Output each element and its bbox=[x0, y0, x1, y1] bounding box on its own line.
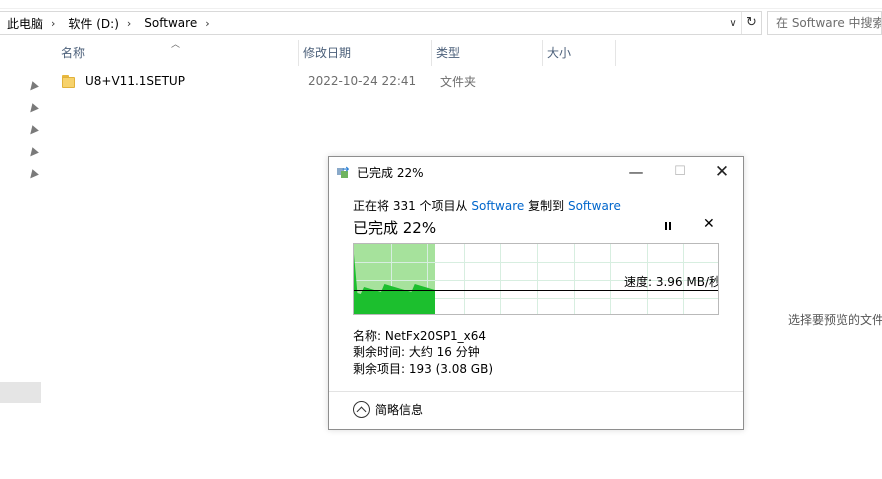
search-box[interactable] bbox=[767, 11, 882, 35]
refresh-icon[interactable]: ↻ bbox=[741, 12, 761, 34]
breadcrumb-software[interactable]: Software › bbox=[137, 12, 215, 34]
file-type: 文件夹 bbox=[440, 74, 477, 89]
breadcrumb-this-pc[interactable]: 此电脑 › bbox=[0, 12, 61, 34]
quick-access-pins: ▼ ▼ ▼ ▼ ▼ bbox=[23, 77, 43, 190]
transfer-speed: 速度: 3.96 MB/秒 bbox=[624, 275, 719, 289]
breadcrumb-drive-d[interactable]: 软件 (D:) › bbox=[61, 12, 137, 34]
time-remaining: 剩余时间: 大约 16 分钟 bbox=[353, 345, 480, 359]
chevron-right-icon[interactable]: › bbox=[127, 17, 131, 30]
file-date: 2022-10-24 22:41 bbox=[308, 74, 417, 88]
preview-pane-message: 选择要预览的文件。 bbox=[788, 313, 882, 327]
throughput-graph: 速度: 3.96 MB/秒 bbox=[353, 243, 719, 315]
column-header-type[interactable]: 类型 bbox=[432, 40, 543, 66]
window-top-strip bbox=[0, 0, 882, 9]
chevron-down-icon[interactable]: ∨ bbox=[725, 18, 741, 29]
pin-icon[interactable]: ▼ bbox=[23, 143, 43, 163]
chevron-right-icon[interactable]: › bbox=[205, 17, 209, 30]
address-bar[interactable]: 此电脑 › 软件 (D:) › Software › ∨ ↻ bbox=[0, 11, 762, 35]
maximize-button[interactable]: ☐ bbox=[659, 157, 701, 187]
dialog-divider bbox=[329, 391, 743, 392]
file-name: U8+V11.1SETUP bbox=[85, 74, 185, 88]
destination-link[interactable]: Software bbox=[568, 199, 621, 213]
source-link[interactable]: Software bbox=[471, 199, 524, 213]
cancel-button[interactable]: ✕ bbox=[703, 216, 715, 232]
copy-progress-dialog[interactable]: ➜ 已完成 22% — ☐ ✕ 正在将 331 个项目从 Software 复制… bbox=[328, 156, 744, 430]
column-header-size[interactable]: 大小 bbox=[543, 40, 616, 66]
copy-description: 正在将 331 个项目从 Software 复制到 Software bbox=[353, 199, 621, 213]
pause-button[interactable] bbox=[661, 219, 675, 233]
column-header-date[interactable]: 修改日期 bbox=[299, 40, 432, 66]
close-button[interactable]: ✕ bbox=[701, 157, 743, 187]
dialog-title: 已完成 22% bbox=[357, 165, 424, 180]
nav-pane-selected-item[interactable] bbox=[0, 382, 41, 403]
pin-icon[interactable]: ▼ bbox=[23, 165, 43, 185]
copy-icon: ➜ bbox=[337, 165, 351, 178]
pin-icon[interactable]: ▼ bbox=[23, 99, 43, 119]
current-file-name: 名称: NetFx20SP1_x64 bbox=[353, 329, 487, 343]
search-input[interactable] bbox=[768, 12, 881, 34]
file-row[interactable]: U8+V11.1SETUP 2022-10-24 22:41 文件夹 bbox=[57, 70, 617, 92]
column-header-name[interactable]: 名称 bbox=[57, 40, 299, 66]
items-remaining: 剩余项目: 193 (3.08 GB) bbox=[353, 362, 494, 376]
progress-percent-label: 已完成 22% bbox=[353, 219, 437, 237]
pin-icon[interactable]: ▼ bbox=[23, 121, 43, 141]
chevron-right-icon[interactable]: › bbox=[51, 17, 55, 30]
less-info-button[interactable]: 简略信息 bbox=[353, 401, 423, 418]
folder-icon bbox=[62, 74, 78, 88]
pin-icon[interactable]: ▼ bbox=[23, 77, 43, 97]
chevron-up-circle-icon bbox=[353, 401, 370, 418]
minimize-button[interactable]: — bbox=[615, 157, 657, 187]
